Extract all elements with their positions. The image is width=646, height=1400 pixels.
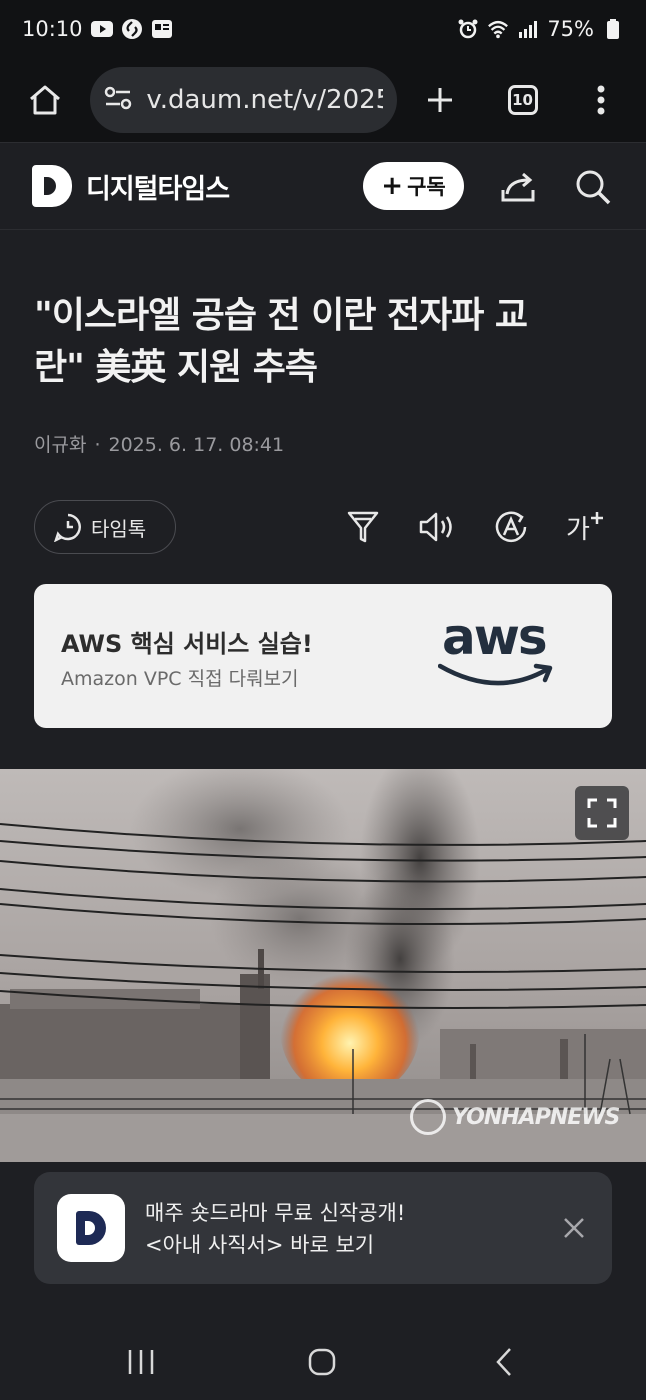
promo-text: 매주 숏드라마 무료 신작공개! <아내 사직서> 바로 보기 bbox=[145, 1197, 405, 1261]
promo-banner[interactable]: 매주 숏드라마 무료 신작공개! <아내 사직서> 바로 보기 bbox=[34, 1172, 612, 1284]
aws-logo: aws bbox=[438, 606, 558, 698]
share-icon bbox=[501, 172, 535, 202]
promo-line1: 매주 숏드라마 무료 신작공개! bbox=[145, 1201, 406, 1225]
auto-translate-icon bbox=[495, 511, 527, 543]
share-button[interactable] bbox=[497, 165, 541, 209]
aws-smile-icon bbox=[438, 663, 553, 686]
home-button[interactable] bbox=[20, 74, 70, 126]
subscribe-label: 구독 bbox=[407, 175, 446, 199]
subscribe-button[interactable]: + 구독 bbox=[363, 162, 464, 210]
fullscreen-icon bbox=[587, 798, 617, 828]
yonhap-logo-icon bbox=[410, 1099, 446, 1135]
browser-toolbar: v.daum.net/v/20250617 10 bbox=[0, 58, 646, 142]
font-size-label: 가 bbox=[566, 514, 590, 545]
article-title: "이스라엘 공습 전 이란 전자파 교 란" 美英 지원 추측 bbox=[34, 290, 614, 394]
ad-title: AWS 핵심 서비스 실습! bbox=[61, 630, 313, 658]
plus-icon bbox=[428, 88, 453, 112]
author[interactable]: 이규화 bbox=[34, 434, 86, 456]
chat-clock-icon bbox=[54, 513, 81, 542]
site-name[interactable]: 디지털타임스 bbox=[86, 167, 230, 206]
timetalk-label: 타임톡 bbox=[91, 516, 147, 541]
separator: · bbox=[94, 434, 101, 456]
article-title-line2: 란" 美英 지원 추측 bbox=[34, 347, 318, 388]
publish-date: 2025. 6. 17. 08:41 bbox=[108, 434, 285, 456]
watermark-text: YONHAPNEWS bbox=[452, 1104, 620, 1130]
menu-button[interactable] bbox=[576, 74, 626, 126]
daum-app-logo bbox=[57, 1194, 125, 1262]
promo-line2: <아내 사직서> 바로 보기 bbox=[145, 1233, 375, 1257]
battery-percent: 75% bbox=[547, 17, 594, 41]
url-text: v.daum.net/v/20250617 bbox=[146, 85, 383, 115]
d-logo-icon bbox=[76, 1211, 106, 1245]
plus-small-icon bbox=[590, 512, 603, 524]
funnel-icon bbox=[347, 511, 379, 543]
font-size-button[interactable]: 가 bbox=[562, 504, 608, 550]
photo-watermark: YONHAPNEWS bbox=[410, 1099, 620, 1135]
read-aloud-button[interactable] bbox=[414, 504, 460, 550]
plus-icon: + bbox=[381, 171, 404, 201]
close-icon bbox=[564, 1218, 584, 1238]
home-circle-icon bbox=[308, 1348, 336, 1376]
ad-subtitle: Amazon VPC 직접 다뤄보기 bbox=[61, 668, 299, 690]
recent-apps-button[interactable] bbox=[119, 1340, 163, 1384]
site-settings-icon[interactable] bbox=[104, 86, 132, 114]
wifi-icon bbox=[487, 18, 509, 40]
tabs-button[interactable]: 10 bbox=[497, 74, 547, 126]
recents-icon bbox=[128, 1350, 154, 1374]
summary-button[interactable] bbox=[340, 504, 386, 550]
news-icon bbox=[151, 18, 173, 40]
signal-icon bbox=[517, 18, 539, 40]
home-icon bbox=[30, 85, 61, 115]
site-header: 디지털타임스 + 구독 bbox=[0, 142, 646, 230]
new-tab-button[interactable] bbox=[415, 74, 465, 126]
ad-banner[interactable]: AWS 핵심 서비스 실습! Amazon VPC 직접 다뤄보기 aws bbox=[34, 584, 612, 728]
tab-count: 10 bbox=[507, 85, 538, 115]
article-photo[interactable]: YONHAPNEWS bbox=[0, 769, 646, 1162]
timetalk-button[interactable]: 타임톡 bbox=[34, 500, 176, 554]
clock: 10:10 bbox=[22, 17, 83, 41]
home-nav-button[interactable] bbox=[300, 1340, 344, 1384]
search-button[interactable] bbox=[571, 165, 615, 209]
back-button[interactable] bbox=[482, 1340, 526, 1384]
search-icon bbox=[576, 170, 611, 205]
shazam-icon bbox=[121, 18, 143, 40]
system-nav-bar bbox=[0, 1318, 646, 1400]
site-logo-icon[interactable] bbox=[32, 165, 72, 207]
article-meta: 이규화 · 2025. 6. 17. 08:41 bbox=[34, 430, 284, 457]
status-bar: 10:10 75% bbox=[0, 0, 646, 58]
battery-icon bbox=[602, 18, 624, 40]
article-title-line1: "이스라엘 공습 전 이란 전자파 교 bbox=[34, 295, 528, 336]
address-bar[interactable]: v.daum.net/v/20250617 bbox=[90, 67, 398, 133]
translate-button[interactable] bbox=[488, 504, 534, 550]
fullscreen-button[interactable] bbox=[575, 786, 629, 840]
alarm-icon bbox=[457, 18, 479, 40]
speaker-icon bbox=[419, 512, 452, 542]
back-icon bbox=[496, 1348, 511, 1376]
more-vert-icon bbox=[597, 85, 605, 115]
youtube-icon bbox=[90, 18, 113, 40]
promo-close-button[interactable] bbox=[560, 1214, 588, 1242]
